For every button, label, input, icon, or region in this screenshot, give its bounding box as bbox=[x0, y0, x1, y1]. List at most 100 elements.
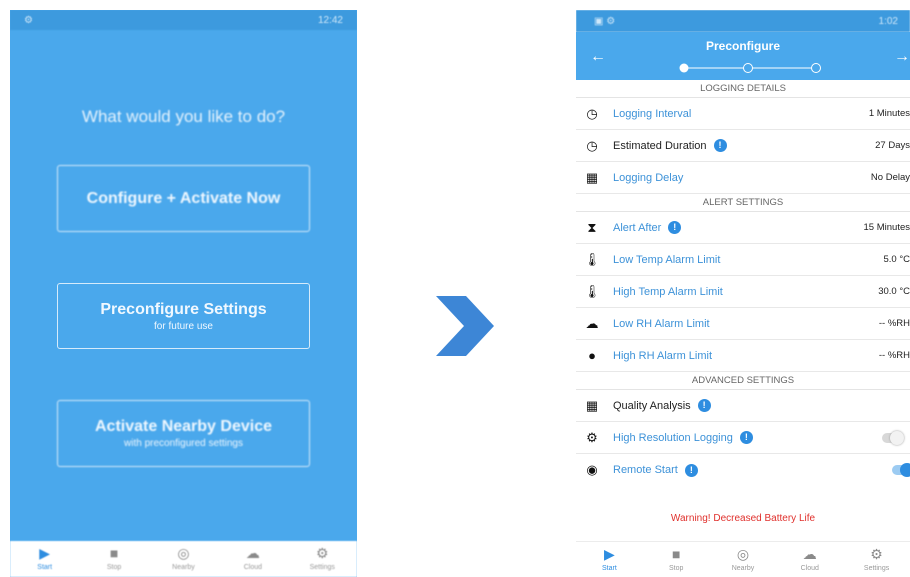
row-high-rh[interactable]: ● High RH Alarm Limit -- %RH bbox=[576, 340, 910, 372]
activate-nearby-button[interactable]: Activate Nearby Device with preconfigure… bbox=[57, 400, 310, 467]
clock-icon: ◷ bbox=[586, 105, 598, 121]
preconfigure-settings-button[interactable]: Preconfigure Settings for future use bbox=[57, 283, 310, 349]
high-resolution-toggle[interactable] bbox=[882, 430, 904, 445]
row-value: -- %RH bbox=[878, 350, 910, 361]
row-label: Low Temp Alarm Limit bbox=[613, 253, 721, 266]
cloud-icon: ☁ bbox=[802, 546, 817, 562]
nav-start[interactable]: ▶ Start bbox=[582, 546, 636, 572]
notification-icon: ▣ ⚙ bbox=[594, 15, 616, 27]
section-logging-details: LOGGING DETAILS bbox=[576, 80, 910, 98]
nav-nearby[interactable]: ◎ Nearby bbox=[716, 546, 770, 572]
nav-settings[interactable]: ⚙ Settings bbox=[850, 546, 904, 572]
nav-label: Start bbox=[37, 564, 53, 571]
row-high-temp[interactable]: 🌡 High Temp Alarm Limit 30.0 °C bbox=[576, 276, 910, 308]
gear-icon: ⚙ bbox=[870, 546, 883, 562]
cloud-icon: ☁ bbox=[245, 545, 260, 561]
battery-warning: Warning! Decreased Battery Life bbox=[670, 513, 816, 524]
nav-stop[interactable]: ■ Stop bbox=[87, 545, 141, 571]
row-quality-analysis[interactable]: ▦ Quality Analysis ! bbox=[576, 390, 910, 422]
nearby-icon: ◎ bbox=[736, 546, 750, 562]
step-indicator bbox=[679, 63, 821, 73]
question-heading: What would you like to do? bbox=[81, 107, 286, 126]
row-alert-after[interactable]: ⧗ Alert After ! 15 Minutes bbox=[576, 212, 910, 244]
info-icon[interactable]: ! bbox=[668, 221, 682, 234]
forward-arrow-icon[interactable]: → bbox=[894, 48, 910, 66]
button-sublabel: with preconfigured settings bbox=[124, 438, 243, 449]
row-high-resolution: ⚙ High Resolution Logging ! bbox=[576, 422, 910, 454]
row-value: -- %RH bbox=[878, 318, 910, 329]
row-label: Logging Delay bbox=[613, 171, 684, 184]
row-label: High Temp Alarm Limit bbox=[613, 285, 723, 298]
row-low-rh[interactable]: ☁ Low RH Alarm Limit -- %RH bbox=[576, 308, 910, 340]
play-icon: ▶ bbox=[39, 545, 51, 561]
row-value: 27 Days bbox=[875, 140, 910, 151]
info-icon[interactable]: ! bbox=[713, 139, 727, 152]
status-time: 12:42 bbox=[317, 14, 343, 26]
right-phone-screen: ▣ ⚙ 1:02 ← Preconfigure → LOGGING DETAIL… bbox=[576, 10, 910, 577]
calculator-icon: ▦ bbox=[585, 397, 599, 413]
row-value: No Delay bbox=[870, 172, 910, 183]
nav-label: Stop bbox=[106, 564, 122, 571]
nav-label: Cloud bbox=[243, 564, 262, 571]
nav-cloud[interactable]: ☁ Cloud bbox=[783, 546, 837, 572]
row-label: High RH Alarm Limit bbox=[613, 349, 713, 362]
row-label: Logging Interval bbox=[613, 107, 692, 120]
section-alert-settings: ALERT SETTINGS bbox=[576, 194, 910, 212]
row-label: Quality Analysis bbox=[613, 399, 691, 412]
button-label: Activate Nearby Device bbox=[95, 418, 272, 435]
nav-label: Start bbox=[601, 565, 617, 572]
drop-icon: ● bbox=[588, 348, 596, 363]
nav-start[interactable]: ▶ Start bbox=[18, 545, 72, 571]
nav-label: Cloud bbox=[800, 565, 819, 572]
page-title: Preconfigure bbox=[705, 39, 780, 53]
configure-activate-button[interactable]: Configure + Activate Now bbox=[57, 165, 310, 232]
nav-settings[interactable]: ⚙ Settings bbox=[295, 545, 349, 571]
nav-stop[interactable]: ■ Stop bbox=[649, 546, 703, 572]
info-icon[interactable]: ! bbox=[697, 399, 711, 412]
row-logging-delay[interactable]: ▦ Logging Delay No Delay bbox=[576, 162, 910, 194]
nav-label: Nearby bbox=[172, 564, 195, 571]
nav-label: Stop bbox=[668, 565, 684, 572]
stop-icon: ■ bbox=[671, 546, 681, 562]
row-logging-interval[interactable]: ◷ Logging Interval 1 Minutes bbox=[576, 98, 910, 130]
row-low-temp[interactable]: 🌡 Low Temp Alarm Limit 5.0 °C bbox=[576, 244, 910, 276]
clock-icon: ◷ bbox=[586, 137, 598, 153]
row-value: 5.0 °C bbox=[883, 254, 910, 265]
notification-icon: ⚙ bbox=[24, 14, 33, 26]
signal-icon: ◉ bbox=[586, 462, 598, 477]
calendar-icon: ▦ bbox=[585, 169, 599, 185]
info-icon[interactable]: ! bbox=[684, 463, 698, 477]
section-advanced-settings: ADVANCED SETTINGS bbox=[576, 372, 910, 390]
button-label: Configure + Activate Now bbox=[86, 189, 281, 207]
row-remote-start: ◉ Remote Start ! bbox=[576, 454, 910, 486]
button-label: Preconfigure Settings bbox=[100, 300, 267, 318]
status-time: 1:02 bbox=[878, 15, 898, 27]
row-label: Alert After bbox=[613, 221, 662, 234]
nearby-icon: ◎ bbox=[177, 545, 190, 561]
nav-label: Settings bbox=[863, 565, 890, 572]
status-bar: ⚙ 12:42 bbox=[10, 10, 357, 30]
bottom-nav: ▶ Start ■ Stop ◎ Nearby ☁ Cloud ⚙ Settin… bbox=[10, 541, 357, 577]
bottom-nav: ▶ Start ■ Stop ◎ Nearby ☁ Cloud ⚙ Settin… bbox=[576, 541, 910, 577]
remote-start-toggle[interactable] bbox=[892, 463, 910, 477]
app-header: ← Preconfigure → bbox=[576, 32, 910, 80]
button-sublabel: for future use bbox=[154, 320, 213, 332]
row-value: 15 Minutes bbox=[863, 222, 910, 233]
row-label: Remote Start bbox=[613, 464, 678, 476]
left-phone-screen: ⚙ 12:42 What would you like to do? Confi… bbox=[10, 10, 357, 577]
gear-icon: ⚙ bbox=[315, 545, 329, 561]
row-label: High Resolution Logging bbox=[613, 431, 733, 444]
nav-cloud[interactable]: ☁ Cloud bbox=[226, 545, 280, 571]
row-label: Low RH Alarm Limit bbox=[613, 317, 710, 330]
row-label: Estimated Duration bbox=[613, 139, 707, 152]
status-bar: ▣ ⚙ 1:02 bbox=[576, 10, 910, 32]
chevron-right-icon bbox=[436, 296, 494, 356]
stop-icon: ■ bbox=[109, 545, 119, 561]
nav-label: Nearby bbox=[731, 565, 755, 572]
thermometer-high-icon: 🌡 bbox=[583, 283, 601, 299]
cloud-icon: ☁ bbox=[585, 315, 599, 331]
row-estimated-duration: ◷ Estimated Duration ! 27 Days bbox=[576, 130, 910, 162]
nav-nearby[interactable]: ◎ Nearby bbox=[156, 545, 210, 571]
row-value: 30.0 °C bbox=[878, 286, 910, 297]
info-icon[interactable]: ! bbox=[739, 431, 753, 444]
